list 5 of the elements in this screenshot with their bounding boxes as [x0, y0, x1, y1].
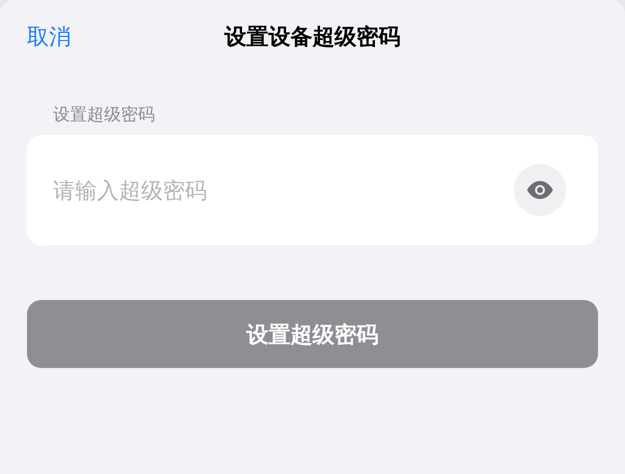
show-password-button[interactable] — [514, 164, 566, 216]
eye-icon — [526, 181, 554, 199]
cancel-button[interactable]: 取消 — [27, 26, 71, 48]
dialog-title: 设置设备超级密码 — [223, 26, 402, 48]
section-label: 设置超级密码 — [53, 106, 155, 123]
